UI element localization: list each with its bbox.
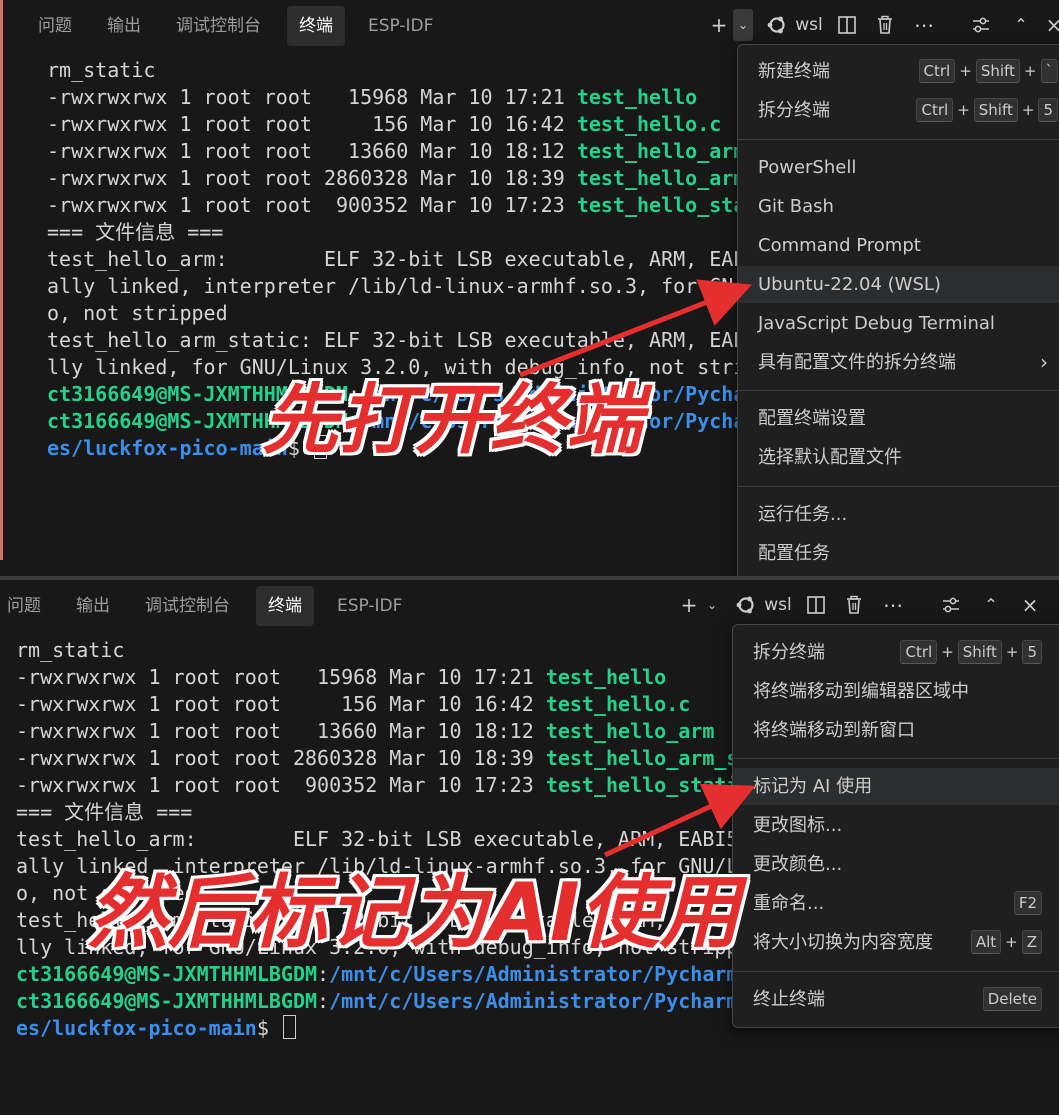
annotation-step1: 先打开终端 [262, 375, 642, 464]
arrow-to-mark-ai-use [603, 783, 756, 858]
annotation-step2: 然后标记为AI使用 [88, 866, 740, 959]
